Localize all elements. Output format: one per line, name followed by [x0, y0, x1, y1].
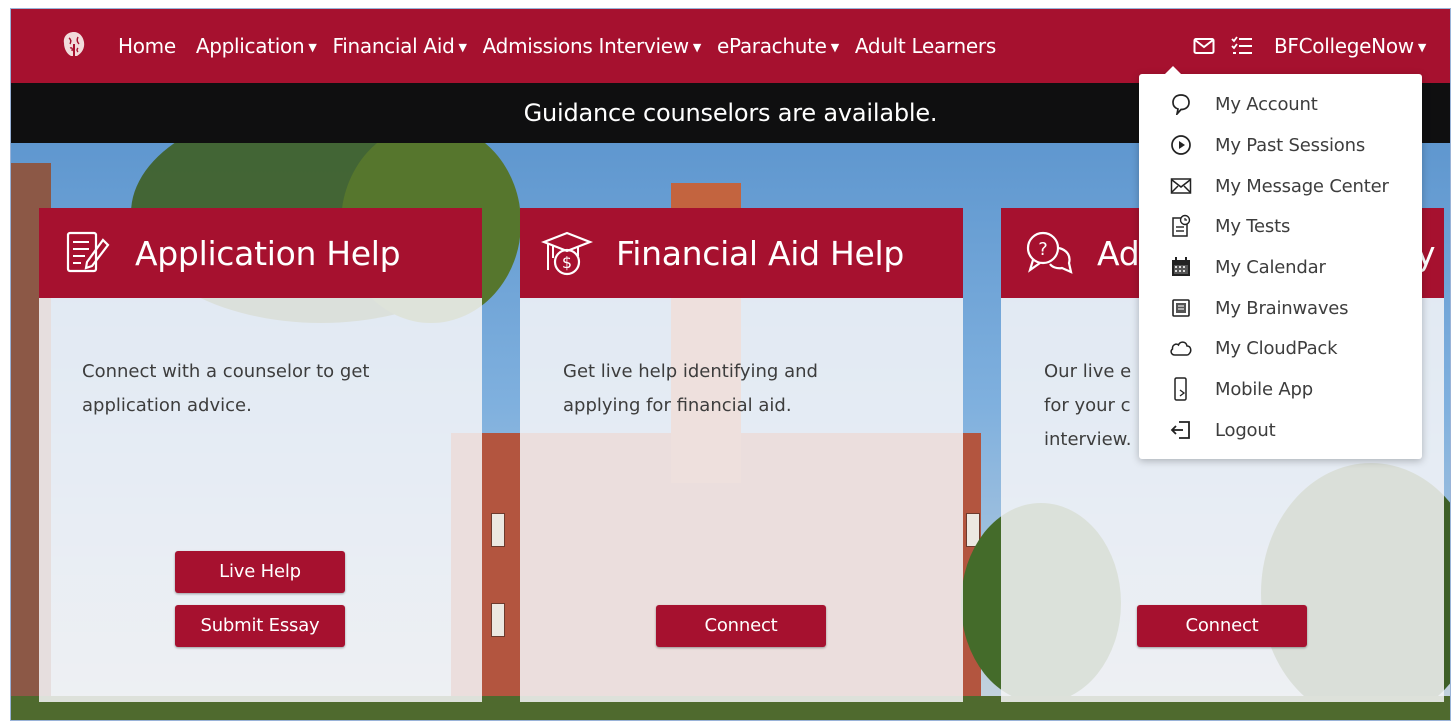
menu-item-mobile-app[interactable]: Mobile App	[1139, 369, 1422, 409]
menu-item-label: My Calendar	[1215, 256, 1326, 278]
menu-item-my-tests[interactable]: My Tests	[1139, 206, 1422, 246]
connect-button[interactable]: Connect	[1137, 605, 1307, 647]
card-header: $ Financial Aid Help	[520, 208, 963, 298]
menu-item-label: My Account	[1215, 93, 1318, 115]
task-list-icon[interactable]	[1230, 35, 1254, 57]
nav-home-label: Home	[118, 34, 176, 58]
menu-item-label: My Past Sessions	[1215, 134, 1365, 156]
play-circle-icon	[1169, 133, 1193, 157]
nav-application[interactable]: Application ▼	[196, 34, 327, 58]
submit-essay-button[interactable]: Submit Essay	[175, 605, 345, 647]
chat-question-icon: ?	[1021, 226, 1075, 280]
caret-down-icon: ▼	[458, 41, 467, 54]
announcement-text: Guidance counselors are available.	[523, 99, 938, 127]
menu-item-label: Mobile App	[1215, 378, 1313, 400]
menu-item-my-brainwaves[interactable]: My Brainwaves	[1139, 288, 1422, 328]
nav-adult-learners-label: Adult Learners	[854, 34, 996, 58]
user-menu-toggle[interactable]: BFCollegeNow ▼	[1274, 34, 1426, 58]
nav-eparachute-label: eParachute	[716, 34, 827, 58]
top-navbar: Home Application ▼ Financial Aid ▼ Admissi…	[11, 9, 1450, 83]
menu-item-logout[interactable]: Logout	[1139, 410, 1422, 450]
user-dropdown-menu: My Account My Past Sessions My Message C…	[1139, 74, 1422, 459]
connect-button[interactable]: Connect	[656, 605, 826, 647]
main-nav: Home Application ▼ Financial Aid ▼ Admissi…	[118, 9, 1006, 83]
nav-admissions-interview-label: Admissions Interview	[482, 34, 689, 58]
nav-financial-aid-label: Financial Aid	[332, 34, 455, 58]
caret-down-icon: ▼	[308, 41, 317, 54]
graduation-cap-dollar-icon: $	[540, 226, 594, 280]
card-description: Connect with a counselor to get applicat…	[82, 361, 370, 416]
test-clipboard-icon	[1169, 214, 1193, 238]
envelope-icon[interactable]	[1192, 35, 1216, 57]
app-frame: Home Application ▼ Financial Aid ▼ Admissi…	[10, 8, 1451, 721]
envelope-icon	[1169, 174, 1193, 198]
menu-item-my-calendar[interactable]: My Calendar	[1139, 247, 1422, 287]
user-name: BFCollegeNow	[1274, 34, 1414, 58]
nav-right-tools: BFCollegeNow ▼	[1192, 9, 1426, 83]
card-title: Application Help	[135, 233, 401, 273]
live-help-button[interactable]: Live Help	[175, 551, 345, 593]
logout-icon	[1169, 418, 1193, 442]
card-title: Financial Aid Help	[616, 233, 905, 273]
svg-text:?: ?	[1038, 239, 1048, 260]
nav-financial-aid[interactable]: Financial Aid ▼	[333, 34, 477, 58]
menu-item-label: Logout	[1215, 419, 1276, 441]
svg-text:$: $	[562, 253, 572, 272]
caret-down-icon: ▼	[692, 41, 701, 54]
menu-item-label: My Tests	[1215, 215, 1291, 237]
menu-item-my-past-sessions[interactable]: My Past Sessions	[1139, 125, 1422, 165]
menu-item-label: My Brainwaves	[1215, 297, 1349, 319]
menu-item-my-message-center[interactable]: My Message Center	[1139, 166, 1422, 206]
document-pen-icon	[59, 226, 113, 280]
calendar-icon	[1169, 255, 1193, 279]
nav-admissions-interview[interactable]: Admissions Interview ▼	[483, 34, 711, 58]
nav-eparachute[interactable]: eParachute ▼	[717, 34, 849, 58]
cloud-icon	[1169, 336, 1193, 360]
card-header: Application Help	[39, 208, 482, 298]
nav-home[interactable]: Home	[118, 34, 186, 58]
caret-down-icon: ▼	[1417, 41, 1426, 54]
application-help-card: Application Help Connect with a counselo…	[39, 208, 482, 702]
menu-item-my-cloudpack[interactable]: My CloudPack	[1139, 328, 1422, 368]
brain-logo-icon[interactable]	[61, 30, 87, 58]
nav-application-label: Application	[195, 34, 305, 58]
card-description: Get live help identifying and applying f…	[563, 361, 818, 416]
nav-adult-learners[interactable]: Adult Learners	[855, 34, 1006, 58]
notepad-icon	[1169, 296, 1193, 320]
menu-item-my-account[interactable]: My Account	[1139, 84, 1422, 124]
speech-bubble-icon	[1169, 92, 1193, 116]
caret-down-icon: ▼	[830, 41, 839, 54]
menu-item-label: My CloudPack	[1215, 337, 1338, 359]
menu-item-label: My Message Center	[1215, 175, 1389, 197]
financial-aid-help-card: $ Financial Aid Help Get live help ident…	[520, 208, 963, 702]
card-title: Ad	[1097, 233, 1140, 273]
dropdown-caret	[1164, 66, 1182, 75]
mobile-phone-icon	[1169, 377, 1193, 401]
